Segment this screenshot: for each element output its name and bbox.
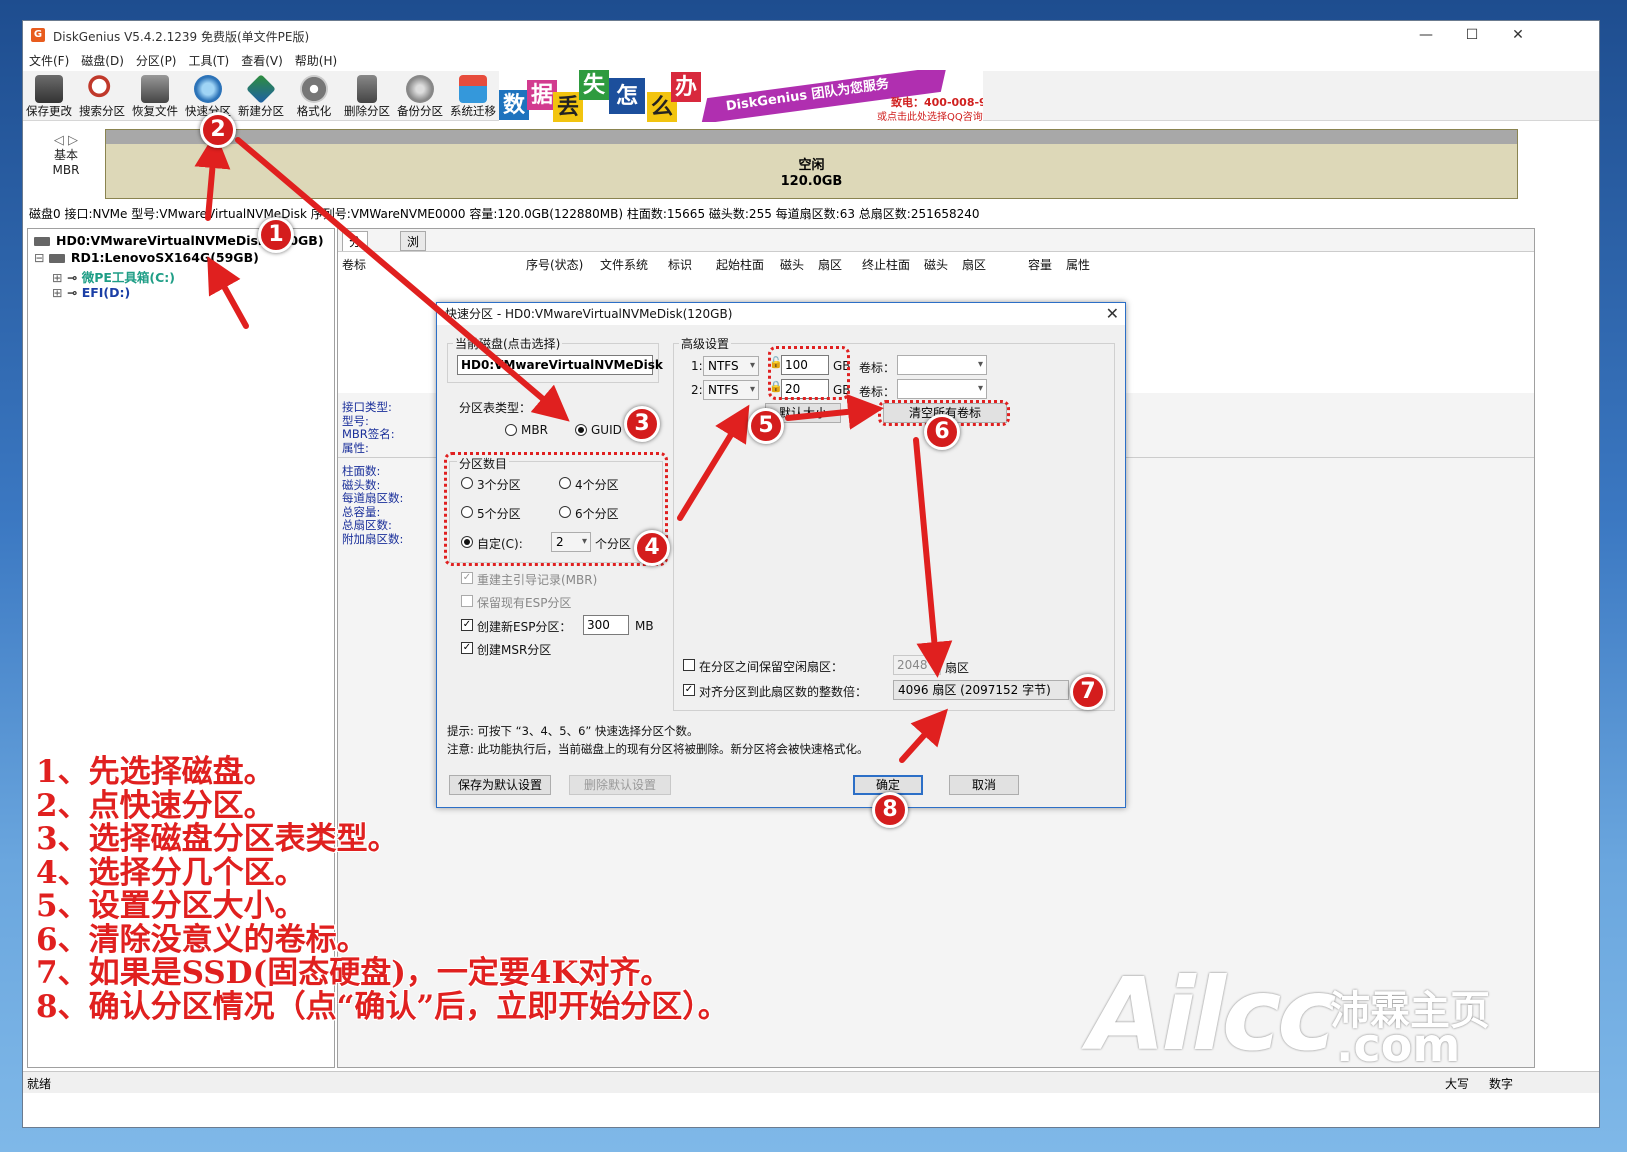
marker-2: 2 [200,112,236,148]
step-note: 6、清除没意义的卷标。 [36,921,368,958]
step-note: 5、设置分区大小。 [36,888,306,924]
step-note: 2、点快速分区。 [36,787,275,824]
watermark-logo: Ailcc [1088,956,1337,1073]
arrow-to-align [913,437,953,678]
arrow-to-ok [899,708,949,763]
arrow-to-quick-partition [194,132,231,221]
marker-3: 3 [624,406,660,442]
step-note: 3、选择磁盘分区表类型。 [36,821,399,857]
arrow-to-hd0 [207,256,249,329]
watermark-domain: .com [1336,1018,1461,1072]
marker-6: 6 [924,414,960,450]
step-note: 4、选择分几个区。 [36,854,306,891]
arrow-to-size [677,404,750,521]
marker-1: 1 [258,217,294,253]
step-note: 7、如果是SSD(固态硬盘)，一定要4K对齐。 [36,955,672,991]
step-note: 8、确认分区情况（点“确认”后，立即开始分区）。 [36,988,729,1025]
arrow-to-clear [785,393,884,430]
marker-4: 4 [634,530,670,566]
marker-5: 5 [748,408,784,444]
arrow-to-guid [235,137,570,422]
step-notes: 1、先选择磁盘。 2、点快速分区。 3、选择磁盘分区表类型。 4、选择分几个区。… [36,754,729,1025]
marker-7: 7 [1070,674,1106,710]
step-note: 1、先选择磁盘。 [36,754,275,790]
marker-8: 8 [872,792,908,828]
